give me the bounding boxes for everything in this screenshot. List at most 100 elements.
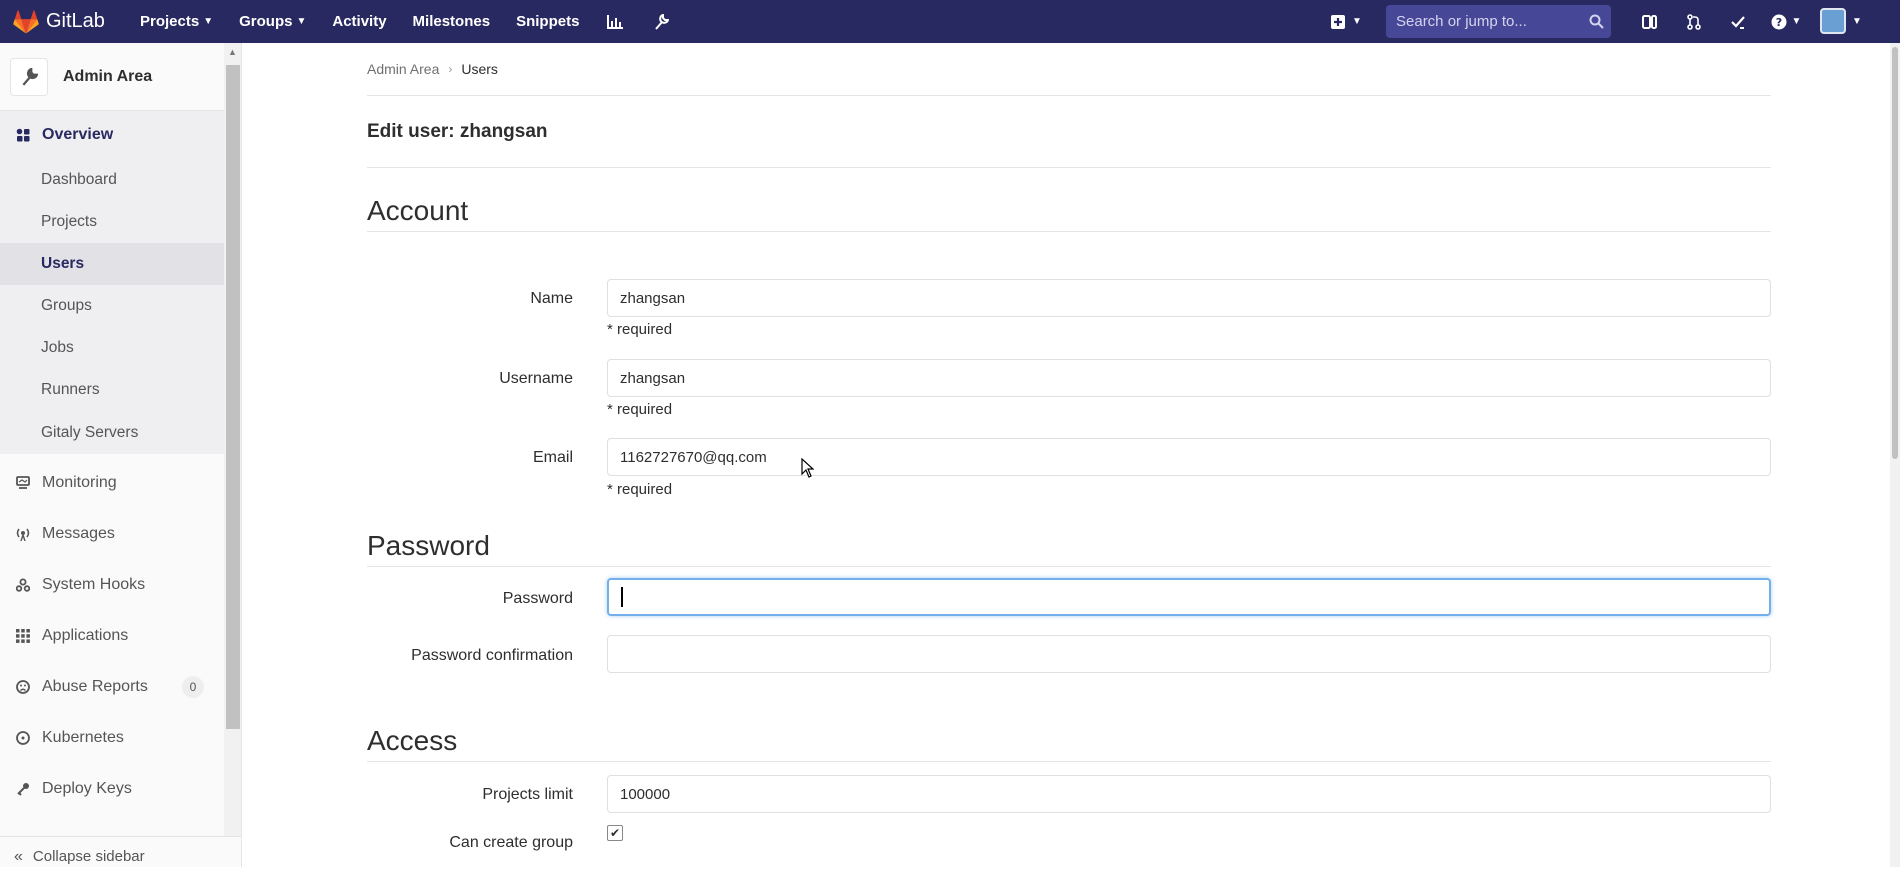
plus-square-icon xyxy=(1331,14,1345,29)
checkmark-icon: ✔ xyxy=(609,826,621,840)
sidebar-item-label: Applications xyxy=(42,626,129,644)
projects-limit-label: Projects limit xyxy=(482,786,573,803)
nav-projects[interactable]: Projects ▼ xyxy=(140,13,213,30)
nav-groups[interactable]: Groups ▼ xyxy=(239,13,306,30)
password-confirmation-field[interactable] xyxy=(607,635,1771,673)
overview-section: Overview Dashboard Projects Users Groups… xyxy=(0,111,224,454)
nav-snippets[interactable]: Snippets xyxy=(516,13,579,30)
chevron-down-icon: ▼ xyxy=(296,16,307,27)
sidebar-item-overview[interactable]: Overview xyxy=(0,111,224,159)
sidebar-item-label: System Hooks xyxy=(42,575,146,593)
password-label: Password xyxy=(502,590,573,607)
nav-milestones[interactable]: Milestones xyxy=(413,13,491,30)
nav-activity-label: Activity xyxy=(332,13,387,30)
sidebar-item-users[interactable]: Users xyxy=(0,243,224,285)
key-icon xyxy=(14,782,32,796)
merge-request-icon[interactable] xyxy=(1672,0,1716,43)
can-create-group-checkbox[interactable]: ✔ xyxy=(607,825,623,841)
wrench-icon[interactable] xyxy=(651,12,671,32)
breadcrumb-admin-area[interactable]: Admin Area xyxy=(367,61,439,77)
account-heading: Account xyxy=(367,192,1771,232)
name-field[interactable]: zhangsan xyxy=(607,279,1771,317)
monitor-icon xyxy=(14,476,32,489)
account-section: Account Name zhangsan * required Usernam… xyxy=(367,192,1771,532)
mouse-cursor-icon xyxy=(801,457,815,483)
abuse-count-badge: 0 xyxy=(182,675,204,698)
scroll-up-arrow-icon[interactable]: ▲ xyxy=(228,47,237,57)
grid-icon xyxy=(14,128,32,142)
breadcrumb-users[interactable]: Users xyxy=(461,61,498,77)
sidebar-item-jobs[interactable]: Jobs xyxy=(0,327,224,369)
main-content: Admin Area › Users Edit user: zhangsan A… xyxy=(367,43,1771,882)
svg-text:?: ? xyxy=(1775,16,1781,29)
username-required-hint: * required xyxy=(607,401,673,418)
sidebar: Admin Area Overview Dashboard Projects U… xyxy=(0,43,242,867)
gitlab-fox-icon xyxy=(13,9,39,34)
nav-snippets-label: Snippets xyxy=(516,13,580,30)
chevron-down-icon: ▼ xyxy=(1352,16,1362,27)
hook-icon xyxy=(14,578,32,592)
sidebar-item-label: Overview xyxy=(42,126,114,143)
sidebar-item-runners[interactable]: Runners xyxy=(0,369,224,411)
chart-icon[interactable] xyxy=(605,12,625,32)
sidebar-item-system-hooks[interactable]: System Hooks xyxy=(0,559,224,610)
breadcrumb: Admin Area › Users xyxy=(367,43,1771,96)
chevron-right-icon: › xyxy=(448,62,453,76)
sidebar-item-abuse-reports[interactable]: Abuse Reports 0 xyxy=(0,661,224,712)
todo-icon[interactable] xyxy=(1716,0,1760,43)
text-cursor xyxy=(621,587,623,607)
page-title: Edit user: zhangsan xyxy=(367,96,1771,168)
access-heading: Access xyxy=(367,722,1771,762)
sidebar-item-label: Kubernetes xyxy=(42,728,124,746)
sidebar-item-kubernetes[interactable]: Kubernetes xyxy=(0,712,224,763)
page-scrollbar-thumb[interactable] xyxy=(1892,47,1898,459)
nav-activity[interactable]: Activity xyxy=(332,13,386,30)
name-required-hint: * required xyxy=(607,321,673,338)
kubernetes-icon xyxy=(14,730,32,745)
chevron-down-icon: ▼ xyxy=(1852,15,1862,27)
nav-milestones-label: Milestones xyxy=(412,13,491,30)
nav-groups-label: Groups xyxy=(239,13,293,30)
avatar xyxy=(1820,8,1846,34)
sidebar-item-messages[interactable]: Messages xyxy=(0,508,224,559)
broadcast-icon xyxy=(14,527,32,541)
gitlab-logo[interactable]: GitLab xyxy=(12,9,122,35)
access-section: Access Projects limit 100000 Can create … xyxy=(367,722,1771,882)
nav-projects-label: Projects xyxy=(140,13,200,30)
password-field[interactable] xyxy=(607,578,1771,616)
search-box[interactable]: Search or jump to... xyxy=(1386,5,1611,38)
name-label: Name xyxy=(530,290,573,307)
username-field[interactable]: zhangsan xyxy=(607,359,1771,397)
sidebar-item-projects[interactable]: Projects xyxy=(0,201,224,243)
sidebar-item-groups[interactable]: Groups xyxy=(0,285,224,327)
sidebar-item-label: Monitoring xyxy=(42,473,117,491)
new-dropdown-button[interactable]: ▼ xyxy=(1330,14,1362,30)
sidebar-scrollbar-thumb[interactable] xyxy=(226,65,240,729)
can-create-group-label: Can create group xyxy=(449,834,573,851)
sidebar-header[interactable]: Admin Area xyxy=(0,43,224,111)
email-field[interactable]: 1162727670@qq.com xyxy=(607,438,1771,476)
email-required-hint: * required xyxy=(607,481,673,498)
password-heading: Password xyxy=(367,527,1771,567)
brand-name: GitLab xyxy=(46,10,105,32)
help-icon[interactable]: ? ▼ xyxy=(1760,0,1812,43)
sidebar-item-dashboard[interactable]: Dashboard xyxy=(0,159,224,201)
abuse-icon xyxy=(14,679,32,694)
projects-limit-field[interactable]: 100000 xyxy=(607,775,1771,813)
sidebar-item-gitaly-servers[interactable]: Gitaly Servers xyxy=(0,411,224,454)
search-input[interactable]: Search or jump to... xyxy=(1396,13,1581,30)
user-menu[interactable]: ▼ xyxy=(1820,8,1862,34)
sidebar-item-applications[interactable]: Applications xyxy=(0,610,224,661)
sidebar-item-label: Messages xyxy=(42,524,115,542)
issues-icon[interactable] xyxy=(1628,0,1672,43)
sidebar-item-label: Deploy Keys xyxy=(42,779,132,797)
apps-icon xyxy=(14,628,32,643)
top-navbar: GitLab Projects ▼ Groups ▼ Activity Mile… xyxy=(0,0,1900,43)
collapse-sidebar-button[interactable]: « Collapse sidebar xyxy=(0,836,241,867)
password-section: Password Password Password confirmation xyxy=(367,527,1771,727)
search-icon xyxy=(1581,14,1611,29)
sidebar-item-deploy-keys[interactable]: Deploy Keys xyxy=(0,763,224,814)
email-label: Email xyxy=(532,449,573,466)
sidebar-title: Admin Area xyxy=(63,67,153,85)
sidebar-item-monitoring[interactable]: Monitoring xyxy=(0,457,224,508)
